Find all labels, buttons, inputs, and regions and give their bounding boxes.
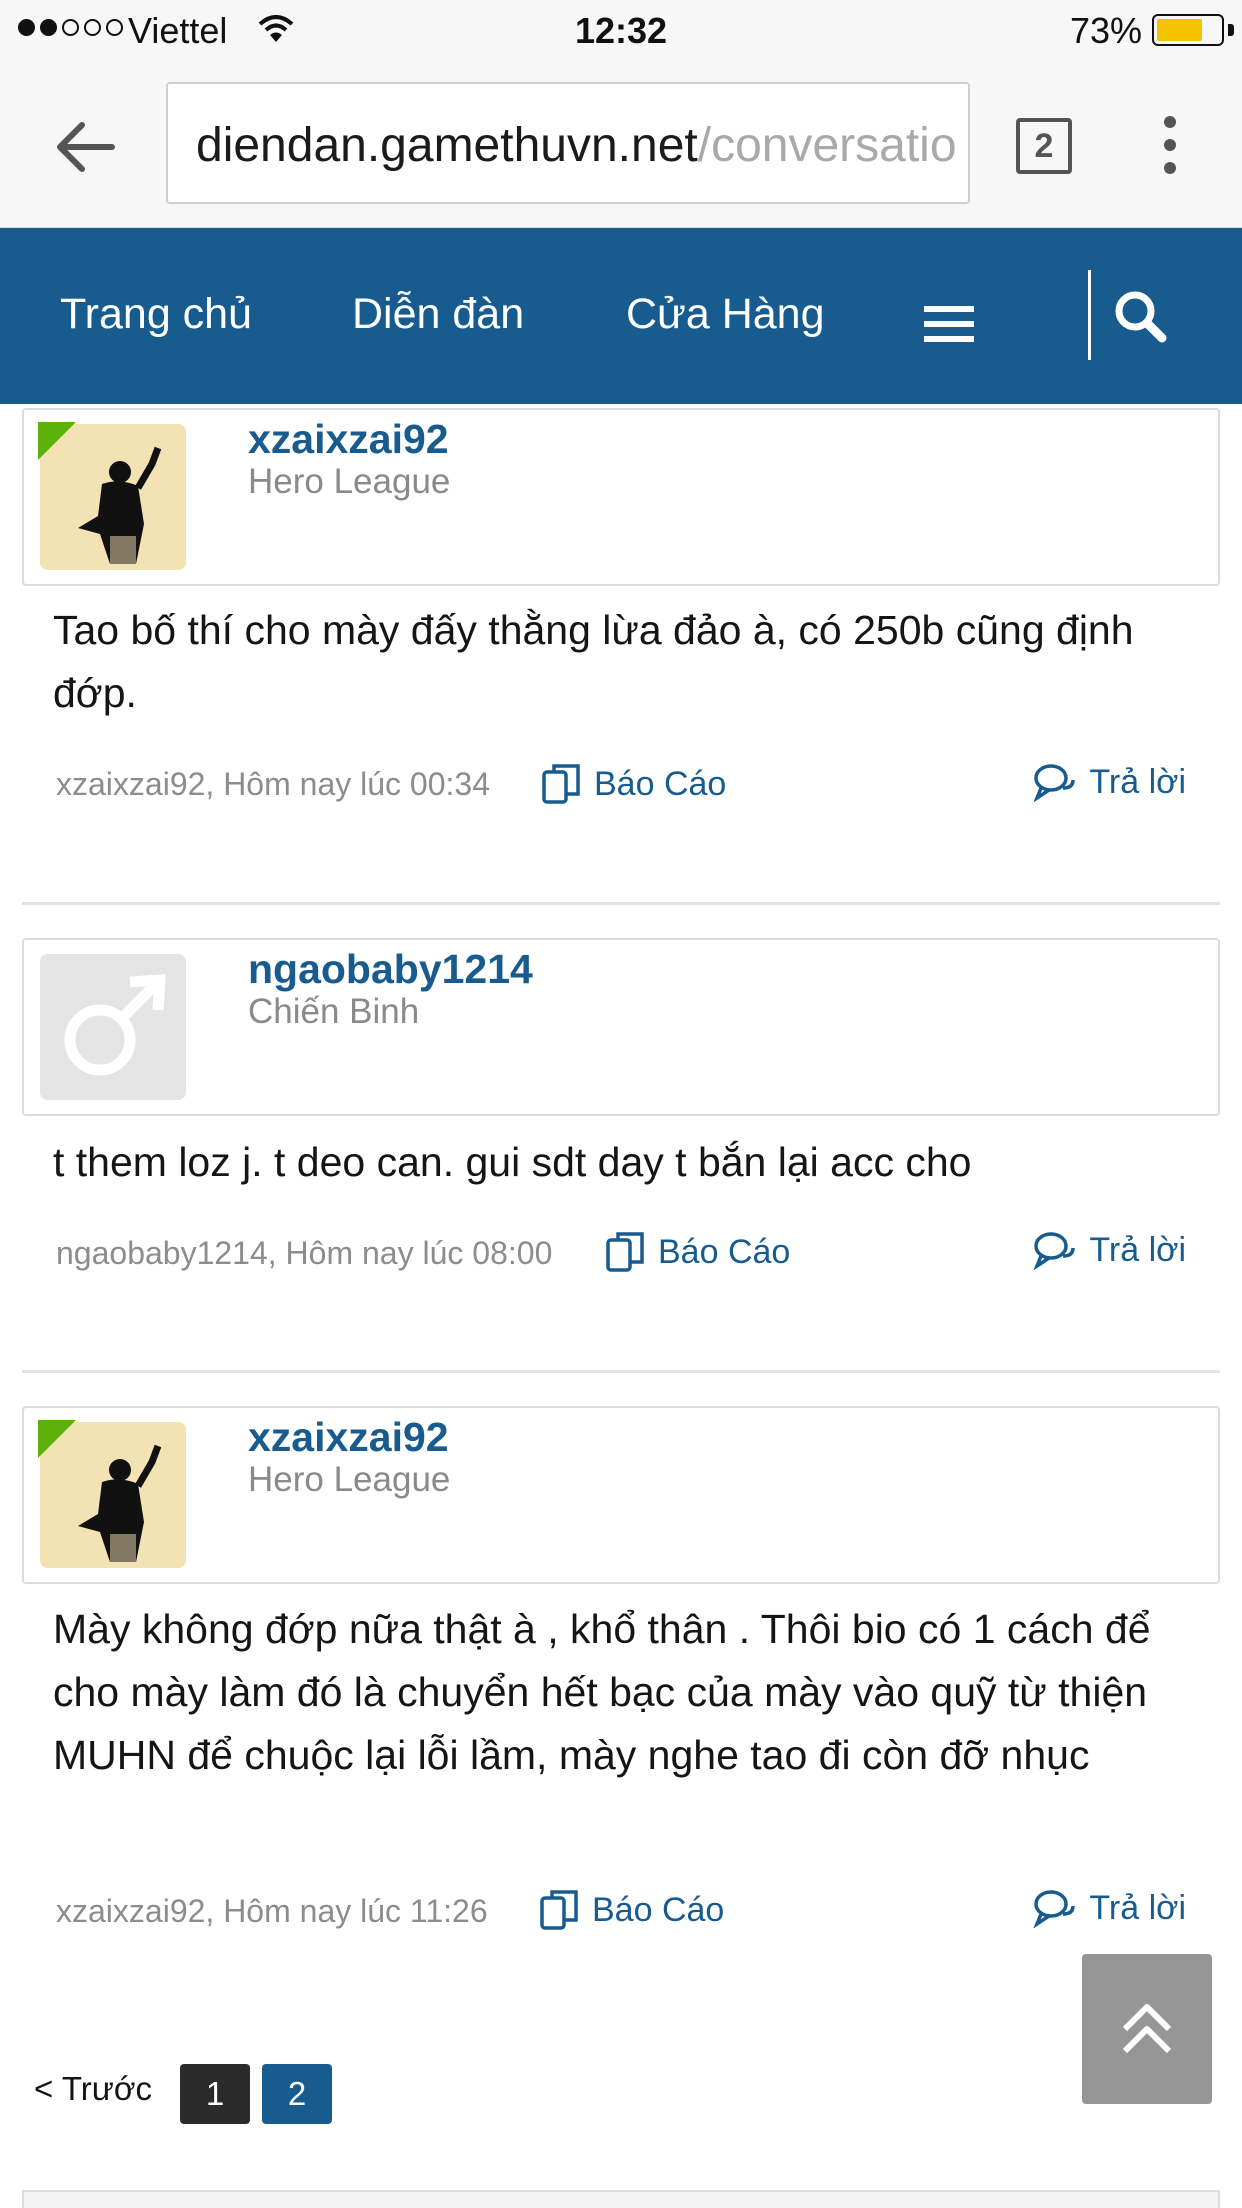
clock: 12:32: [574, 10, 668, 51]
avatar[interactable]: [40, 954, 186, 1100]
page-2-button[interactable]: 2: [262, 2064, 332, 2124]
user-title: Hero League: [248, 462, 451, 501]
battery-icon: [1152, 14, 1224, 46]
back-arrow-icon[interactable]: [50, 112, 120, 182]
message-author-block: xzaixzai92 Hero League: [22, 1406, 1220, 1584]
reply-icon: [1033, 1232, 1076, 1270]
reply-label: Trả lời: [1089, 1230, 1186, 1269]
nav-divider: [1088, 270, 1091, 360]
status-bar: Viettel 12:32 73%: [0, 0, 1242, 62]
report-label: Báo Cáo: [658, 1232, 791, 1271]
online-indicator: [38, 1420, 76, 1458]
report-label: Báo Cáo: [594, 764, 727, 803]
message-meta: xzaixzai92, Hôm nay lúc 11:26: [56, 1893, 488, 1929]
reply-label: Trả lời: [1089, 762, 1186, 801]
report-button[interactable]: Báo Cáo: [604, 1230, 790, 1274]
report-icon: [540, 1890, 578, 1930]
message-body: t them loz j. t deo can. gui sdt day t b…: [53, 1139, 972, 1185]
username[interactable]: ngaobaby1214: [248, 946, 533, 993]
report-icon: [606, 1232, 644, 1272]
message-body: Mày không đớp nữa thật à , khổ thân . Th…: [53, 1606, 1151, 1778]
hamburger-icon[interactable]: [924, 306, 974, 351]
message-body: Tao bố thí cho mày đấy thằng lừa đảo à, …: [53, 607, 1134, 716]
page-1-button[interactable]: 1: [180, 2064, 250, 2124]
username[interactable]: xzaixzai92: [248, 416, 449, 463]
nav-store[interactable]: Cửa Hàng: [626, 290, 825, 339]
report-button[interactable]: Báo Cáo: [538, 1888, 724, 1932]
double-chevron-up-icon: [1122, 2004, 1172, 2054]
username[interactable]: xzaixzai92: [248, 1414, 449, 1461]
nav-home[interactable]: Trang chủ: [60, 290, 252, 339]
reply-icon: [1033, 764, 1076, 802]
message-meta: xzaixzai92, Hôm nay lúc 00:34: [56, 766, 490, 802]
message-author-block: xzaixzai92 Hero League: [22, 408, 1220, 586]
battery-percent: 73%: [1069, 10, 1142, 51]
reply-icon: [1033, 1890, 1076, 1928]
reply-button[interactable]: Trả lời: [1033, 1230, 1186, 1270]
battery-nub: [1228, 24, 1234, 36]
reply-button[interactable]: Trả lời: [1033, 1888, 1186, 1928]
back-to-top-button[interactable]: [1082, 1954, 1212, 2104]
footer-edge: [22, 2190, 1220, 2208]
message-meta: ngaobaby1214, Hôm nay lúc 08:00: [56, 1235, 553, 1271]
browser-toolbar: diendan.gamethuvn.net/conversatio 2: [0, 62, 1242, 228]
site-navigation: Trang chủ Diễn đàn Cửa Hàng: [0, 228, 1242, 404]
reply-label: Trả lời: [1089, 1888, 1186, 1927]
report-button[interactable]: Báo Cáo: [540, 762, 726, 806]
url-host: diendan.gamethuvn.net: [196, 119, 698, 172]
message-author-block: ngaobaby1214 Chiến Binh: [22, 938, 1220, 1116]
url-path: /conversatio: [697, 119, 957, 172]
pagination-prev-link[interactable]: < Trước: [34, 2070, 152, 2108]
reply-button[interactable]: Trả lời: [1033, 762, 1186, 802]
user-title: Hero League: [248, 1460, 451, 1499]
message-separator: [22, 902, 1220, 905]
address-bar[interactable]: diendan.gamethuvn.net/conversatio: [166, 82, 970, 204]
overflow-menu-icon[interactable]: [1150, 116, 1190, 176]
url-text: diendan.gamethuvn.net/conversatio: [196, 118, 957, 173]
nav-forums[interactable]: Diễn đàn: [352, 290, 524, 339]
search-icon[interactable]: [1112, 288, 1168, 344]
report-icon: [542, 764, 580, 804]
report-label: Báo Cáo: [592, 1890, 725, 1929]
battery-level: [1157, 19, 1203, 41]
tab-switcher-button[interactable]: 2: [1016, 118, 1072, 174]
online-indicator: [38, 422, 76, 460]
user-title: Chiến Binh: [248, 992, 420, 1031]
default-male-avatar-icon: [40, 954, 186, 1100]
message-separator: [22, 1370, 1220, 1373]
